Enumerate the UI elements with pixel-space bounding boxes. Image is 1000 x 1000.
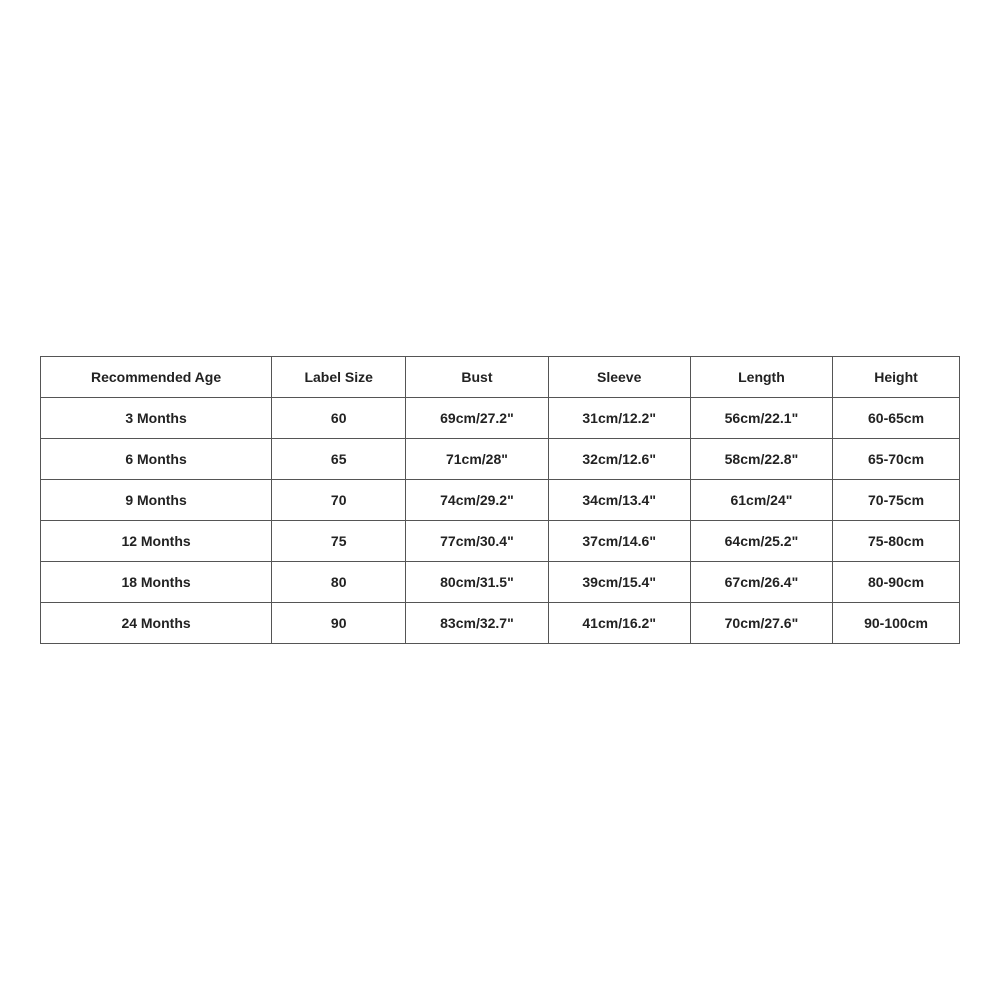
cell-sleeve: 32cm/12.6" — [548, 439, 690, 480]
cell-length: 64cm/25.2" — [690, 521, 832, 562]
cell-sleeve: 34cm/13.4" — [548, 480, 690, 521]
table-row: 24 Months9083cm/32.7"41cm/16.2"70cm/27.6… — [41, 603, 960, 644]
cell-height: 60-65cm — [833, 398, 960, 439]
header-recommended-age: Recommended Age — [41, 357, 272, 398]
table-header-row: Recommended Age Label Size Bust Sleeve L… — [41, 357, 960, 398]
cell-bust: 69cm/27.2" — [406, 398, 548, 439]
cell-label_size: 65 — [272, 439, 406, 480]
cell-bust: 80cm/31.5" — [406, 562, 548, 603]
table-row: 12 Months7577cm/30.4"37cm/14.6"64cm/25.2… — [41, 521, 960, 562]
cell-age: 6 Months — [41, 439, 272, 480]
cell-height: 90-100cm — [833, 603, 960, 644]
cell-length: 61cm/24" — [690, 480, 832, 521]
cell-height: 75-80cm — [833, 521, 960, 562]
cell-length: 67cm/26.4" — [690, 562, 832, 603]
cell-bust: 77cm/30.4" — [406, 521, 548, 562]
cell-length: 58cm/22.8" — [690, 439, 832, 480]
cell-height: 65-70cm — [833, 439, 960, 480]
cell-sleeve: 37cm/14.6" — [548, 521, 690, 562]
header-label-size: Label Size — [272, 357, 406, 398]
cell-height: 80-90cm — [833, 562, 960, 603]
header-length: Length — [690, 357, 832, 398]
cell-age: 9 Months — [41, 480, 272, 521]
cell-sleeve: 41cm/16.2" — [548, 603, 690, 644]
cell-age: 12 Months — [41, 521, 272, 562]
size-chart-table: Recommended Age Label Size Bust Sleeve L… — [40, 356, 960, 644]
cell-height: 70-75cm — [833, 480, 960, 521]
cell-sleeve: 39cm/15.4" — [548, 562, 690, 603]
cell-bust: 74cm/29.2" — [406, 480, 548, 521]
table-row: 18 Months8080cm/31.5"39cm/15.4"67cm/26.4… — [41, 562, 960, 603]
table-row: 9 Months7074cm/29.2"34cm/13.4"61cm/24"70… — [41, 480, 960, 521]
header-height: Height — [833, 357, 960, 398]
cell-label_size: 80 — [272, 562, 406, 603]
cell-label_size: 60 — [272, 398, 406, 439]
header-sleeve: Sleeve — [548, 357, 690, 398]
header-bust: Bust — [406, 357, 548, 398]
cell-age: 18 Months — [41, 562, 272, 603]
cell-age: 24 Months — [41, 603, 272, 644]
cell-bust: 83cm/32.7" — [406, 603, 548, 644]
cell-label_size: 75 — [272, 521, 406, 562]
cell-length: 70cm/27.6" — [690, 603, 832, 644]
size-chart-container: Recommended Age Label Size Bust Sleeve L… — [40, 356, 960, 644]
cell-label_size: 90 — [272, 603, 406, 644]
cell-label_size: 70 — [272, 480, 406, 521]
cell-length: 56cm/22.1" — [690, 398, 832, 439]
table-row: 3 Months6069cm/27.2"31cm/12.2"56cm/22.1"… — [41, 398, 960, 439]
cell-age: 3 Months — [41, 398, 272, 439]
cell-sleeve: 31cm/12.2" — [548, 398, 690, 439]
cell-bust: 71cm/28" — [406, 439, 548, 480]
table-row: 6 Months6571cm/28"32cm/12.6"58cm/22.8"65… — [41, 439, 960, 480]
